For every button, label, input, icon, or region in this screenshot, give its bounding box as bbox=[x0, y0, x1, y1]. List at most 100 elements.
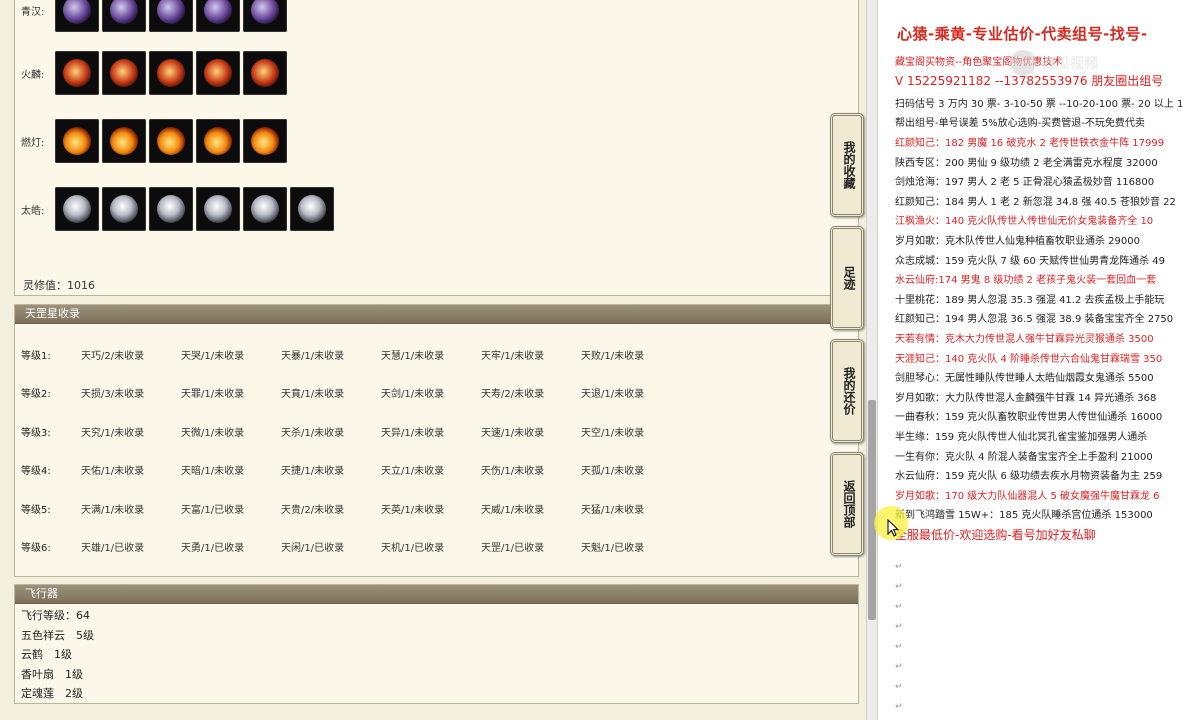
equipment-item-icon[interactable] bbox=[290, 187, 334, 231]
tiangang-star-cell: 天賁/1/未收录 bbox=[281, 389, 345, 400]
equipment-item-icon[interactable] bbox=[55, 0, 99, 32]
tiangang-star-cell: 天寿/2/未收录 bbox=[481, 389, 545, 400]
paragraph-mark: ↵ bbox=[895, 642, 903, 652]
tiangang-star-cell: 天罡/1/已收录 bbox=[481, 543, 545, 554]
document-pane: 心猿-乘黄-专业估价-代卖组号-找号- 藏宝阁买物资--角色聚宝阁物优惠技术 V … bbox=[877, 0, 1188, 720]
doc-line: 新到飞鸿踏雪 15W+：185 克火队睡杀宫位通杀 153000 bbox=[895, 510, 1153, 522]
equipment-item-icon[interactable] bbox=[102, 119, 146, 163]
equipment-item-icon[interactable] bbox=[243, 119, 287, 163]
equipment-item-icon[interactable] bbox=[149, 119, 193, 163]
watermark-logo-icon bbox=[1010, 50, 1036, 76]
tiangang-level: 等级2: bbox=[21, 389, 51, 400]
tiangang-star-cell: 天空/1/未收录 bbox=[581, 427, 645, 439]
equipment-item-icon[interactable] bbox=[196, 119, 240, 163]
equipment-item-icon[interactable] bbox=[149, 51, 193, 95]
flyer-line: 五色祥云 5级 bbox=[21, 628, 94, 642]
outfit-row: 青汉: bbox=[21, 0, 290, 33]
outfit-row: 太皓: bbox=[21, 186, 337, 232]
doc-line: 半生缘：159 克火队传世人仙北冥孔雀宝鉴加强男人通杀 bbox=[895, 432, 1148, 443]
paragraph-mark: ↵ bbox=[895, 702, 903, 712]
outfit-panel: 青汉: 火麟: 燃灯: 太皓: 灵修值：1016 bbox=[14, 0, 859, 296]
left-scrollbar[interactable] bbox=[866, 0, 877, 720]
tiangang-level: 等级6: bbox=[21, 543, 51, 554]
doc-line: 天涯知己：140 克火队 4 阶睡杀传世六合仙鬼甘霖瑞雪 350 bbox=[895, 353, 1163, 365]
scrollbar-thumb[interactable] bbox=[868, 400, 876, 620]
tiangang-star-cell: 天暴/1/未收录 bbox=[281, 350, 345, 362]
doc-line: 一曲春秋：159 克火队畜牧职业传世男人传世仙通杀 16000 bbox=[895, 412, 1163, 424]
equipment-item-icon[interactable] bbox=[243, 187, 287, 231]
tiangang-star-cell: 天立/1/未收录 bbox=[381, 466, 445, 477]
equipment-item-icon[interactable] bbox=[55, 51, 99, 95]
doc-line: 扫码估号 3 万内 30 票- 3-10-50 票 --10-20-100 票-… bbox=[895, 99, 1184, 110]
doc-line: 天若有情：克木大力传世混人强牛甘霖异光灵猴通杀 3500 bbox=[895, 334, 1154, 345]
doc-line: 红颜知己：194 男人忽混 36.5 强混 38.9 装备宝宝齐全 2750 bbox=[895, 314, 1174, 326]
paragraph-mark: ↵ bbox=[895, 582, 903, 592]
doc-line: 水云仙府：159 克火队 6 级功绩去疾水月物资装备为主 259 bbox=[895, 471, 1163, 483]
tab-footprints[interactable]: 足迹 bbox=[830, 226, 864, 330]
doc-line: 剑烛沧海：197 男人 2 老 5 正骨混心猿孟极妙音 116800 bbox=[895, 177, 1155, 189]
equipment-item-icon[interactable] bbox=[196, 51, 240, 95]
doc-line: 一生有你：克火队 4 阶混人装备宝宝齐全上手盈利 21000 bbox=[895, 451, 1153, 463]
outfit-row: 燃灯: bbox=[21, 118, 290, 164]
equipment-item-icon[interactable] bbox=[102, 187, 146, 231]
doc-line: 红颜知己：182 男魔 16 破克水 2 老传世铁衣金牛阵 17999 bbox=[895, 138, 1165, 149]
equipment-item-icon[interactable] bbox=[55, 119, 99, 163]
tiangang-row: 等级5: 天满/1/未收录 天富/1/已收录 天贵/2/未收录 天英/1/未收录 天威/1… bbox=[21, 499, 681, 517]
outfit-row-label: 青汉: bbox=[21, 6, 45, 18]
equipment-item-icon[interactable] bbox=[149, 0, 193, 32]
doc-line: 岁月如歌：170 级大力队仙器混人 5 破女魔强牛魔甘霖龙 6 bbox=[895, 490, 1160, 502]
equipment-item-icon[interactable] bbox=[243, 0, 287, 32]
tiangang-star-cell: 天闲/1/已收录 bbox=[281, 543, 345, 554]
tiangang-star-cell: 天暗/1/未收录 bbox=[181, 466, 245, 477]
tiangang-star-cell: 天贵/2/未收录 bbox=[281, 504, 345, 516]
tiangang-title: 天罡星收录 bbox=[15, 305, 858, 324]
outfit-row: 火麟: bbox=[21, 50, 290, 96]
doc-line: 岁月如歌：大力队传世混人金麟强牛甘霖 14 异光通杀 368 bbox=[895, 392, 1157, 404]
flyer-line: 云鹤 1级 bbox=[21, 648, 72, 661]
tab-label: 我的还价 bbox=[842, 367, 856, 415]
tab-my-favorites[interactable]: 我的收藏 bbox=[830, 113, 864, 217]
outfit-row-label: 太皓: bbox=[21, 205, 45, 217]
tiangang-star-cell: 天勇/1/已收录 bbox=[181, 543, 245, 554]
tiangang-star-cell: 天败/1/未收录 bbox=[581, 350, 645, 362]
tiangang-star-cell: 天牢/1/未收录 bbox=[481, 350, 545, 362]
watermark: 西瓜视频 bbox=[1010, 50, 1098, 76]
equipment-item-icon[interactable] bbox=[243, 51, 287, 95]
tiangang-row: 等级6: 天雄/1/已收录 天勇/1/已收录 天闲/1/已收录 天机/1/已收录 天罡/1… bbox=[21, 538, 681, 556]
tab-my-counteroffers[interactable]: 我的还价 bbox=[830, 339, 864, 443]
tiangang-star-cell: 天慧/1/未收录 bbox=[381, 350, 445, 362]
equipment-item-icon[interactable] bbox=[149, 187, 193, 231]
tiangang-star-cell: 天微/1/未收录 bbox=[181, 427, 245, 439]
tiangang-star-cell: 天威/1/未收录 bbox=[481, 504, 545, 516]
tab-back-to-top[interactable]: 返回顶部 bbox=[830, 452, 864, 556]
paragraph-mark: ↵ bbox=[895, 602, 903, 612]
tiangang-level: 等级4: bbox=[21, 466, 51, 477]
tiangang-star-cell: 天猛/1/未收录 bbox=[581, 504, 645, 516]
doc-title: 心猿-乘黄-专业估价-代卖组号-找号- bbox=[897, 25, 1148, 43]
equipment-item-icon[interactable] bbox=[102, 0, 146, 32]
tiangang-star-cell: 天佑/1/未收录 bbox=[81, 466, 145, 477]
tiangang-star-cell: 天速/1/未收录 bbox=[481, 427, 545, 439]
tiangang-star-cell: 天哭/1/未收录 bbox=[181, 350, 245, 362]
tiangang-row: 等级1: 天巧/2/未收录 天哭/1/未收录 天暴/1/未收录 天慧/1/未收录 天牢/1… bbox=[21, 345, 681, 363]
tiangang-level: 等级5: bbox=[21, 504, 51, 516]
doc-line: 剑胆琴心：无属性睡队传世睡人太皓仙烟霞女鬼通杀 5500 bbox=[895, 373, 1154, 385]
doc-line: 全服最低价-欢迎选购-看号加好友私聊 bbox=[895, 528, 1096, 542]
equipment-item-icon[interactable] bbox=[196, 187, 240, 231]
doc-line: 水云仙府:174 男鬼 8 级功绩 2 老孩子鬼火装一套回血一套 bbox=[895, 275, 1157, 287]
left-pane: 青汉: 火麟: 燃灯: 太皓: 灵修值：1016 天罡星收录 等级1: 天巧/2/未收录… bbox=[0, 0, 866, 720]
tiangang-star-cell: 天杀/1/未收录 bbox=[281, 427, 345, 439]
tiangang-row: 等级3: 天究/1/未收录 天微/1/未收录 天杀/1/未收录 天异/1/未收录 天速/1… bbox=[21, 422, 681, 440]
equipment-item-icon[interactable] bbox=[55, 187, 99, 231]
tiangang-star-cell: 天英/1/未收录 bbox=[381, 504, 445, 516]
equipment-item-icon[interactable] bbox=[196, 0, 240, 32]
equipment-item-icon[interactable] bbox=[102, 51, 146, 95]
tiangang-star-cell: 天满/1/未收录 bbox=[81, 504, 145, 516]
tab-label: 返回顶部 bbox=[842, 480, 856, 528]
tiangang-star-cell: 天孤/1/未收录 bbox=[581, 466, 645, 477]
tiangang-star-cell: 天损/3/未收录 bbox=[81, 389, 145, 400]
paragraph-mark: ↵ bbox=[895, 562, 903, 572]
watermark-text: 西瓜视频 bbox=[1042, 56, 1098, 72]
tiangang-star-cell: 天捷/1/未收录 bbox=[281, 466, 345, 477]
outfit-row-label: 火麟: bbox=[21, 69, 45, 81]
